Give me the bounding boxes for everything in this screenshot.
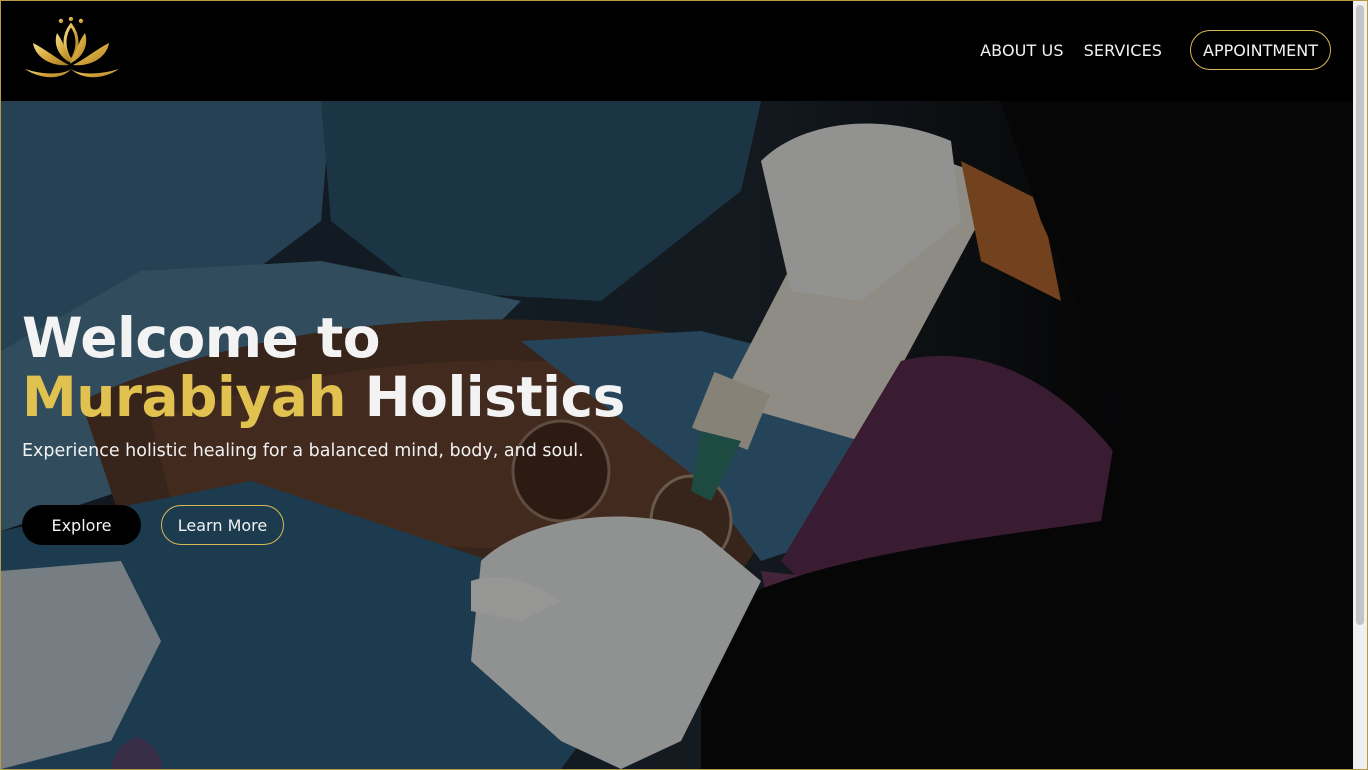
nav-services[interactable]: SERVICES xyxy=(1084,41,1162,60)
hero-title: Welcome to Murabiyah Holistics xyxy=(22,309,625,427)
explore-button[interactable]: Explore xyxy=(22,505,141,545)
hero-subtitle: Experience holistic healing for a balanc… xyxy=(22,441,584,461)
site-header: ABOUT US SERVICES APPOINTMENT xyxy=(1,1,1353,101)
lotus-logo-icon[interactable] xyxy=(23,17,121,83)
hero-buttons: Explore Learn More xyxy=(22,505,625,545)
hero-section: Welcome to Murabiyah Holistics Experienc… xyxy=(1,101,1353,769)
hero-title-highlight: Murabiyah xyxy=(22,365,346,429)
nav-about-us[interactable]: ABOUT US xyxy=(980,41,1063,60)
scrollbar-thumb[interactable] xyxy=(1356,5,1364,625)
hero-content: Welcome to Murabiyah Holistics Experienc… xyxy=(22,309,625,545)
hero-title-rest: Holistics xyxy=(345,365,626,429)
appointment-button[interactable]: APPOINTMENT xyxy=(1190,30,1331,70)
page-frame: ABOUT US SERVICES APPOINTMENT Welcome to… xyxy=(0,0,1368,770)
main-nav: ABOUT US SERVICES APPOINTMENT xyxy=(980,30,1331,70)
vertical-scrollbar[interactable] xyxy=(1353,1,1367,769)
learn-more-button[interactable]: Learn More xyxy=(161,505,284,545)
hero-title-line1: Welcome to xyxy=(22,306,381,370)
